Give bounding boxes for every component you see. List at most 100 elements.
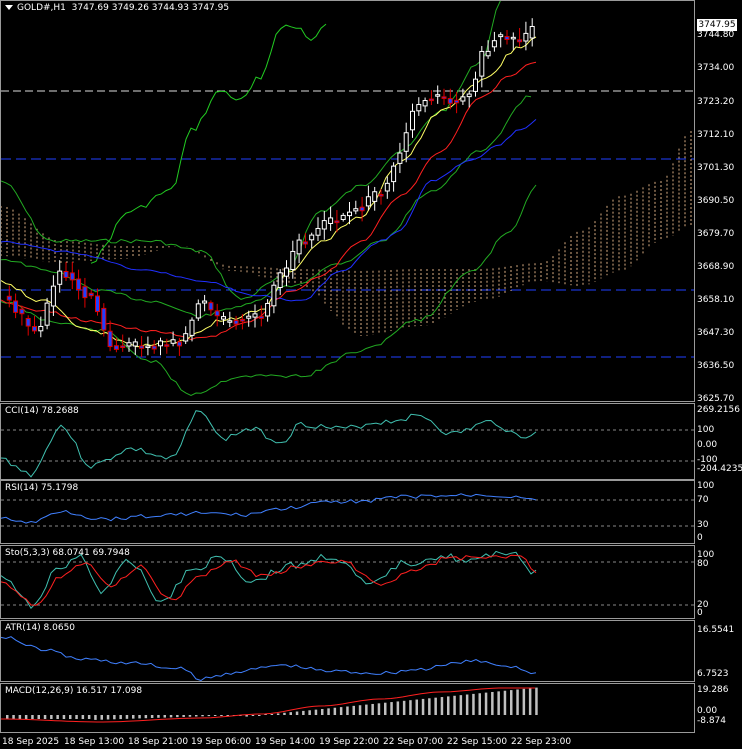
macd-histogram-bar xyxy=(201,715,204,717)
candle-body xyxy=(384,182,390,192)
candle-body xyxy=(447,98,453,104)
candle-body xyxy=(391,165,397,183)
candle-body xyxy=(416,104,422,112)
candle-body xyxy=(517,39,523,43)
candle-body xyxy=(120,345,126,348)
candle-body xyxy=(491,40,497,48)
macd-histogram-bar xyxy=(428,698,431,715)
candle-body xyxy=(239,318,245,322)
candle-body xyxy=(302,241,308,245)
macd-title: MACD(12,26,9) 16.517 17.098 xyxy=(5,686,143,696)
candle-body xyxy=(529,25,535,39)
price-label: 3701.30 xyxy=(697,163,735,173)
candle-body xyxy=(233,319,239,325)
candle-body xyxy=(107,330,113,348)
cci-pane[interactable]: CCI(14) 78.2688 xyxy=(0,403,695,480)
candle-body xyxy=(82,286,88,299)
candle-body xyxy=(328,217,334,225)
macd-histogram-bar xyxy=(245,715,248,717)
macd-histogram-bar xyxy=(94,715,97,720)
macd-histogram-bar xyxy=(283,712,286,715)
macd-histogram-bar xyxy=(220,715,223,716)
candle-body xyxy=(221,316,226,320)
time-label: 22 Sep 23:00 xyxy=(511,737,572,747)
candle-body xyxy=(57,270,63,285)
candle-body xyxy=(126,342,132,347)
macd-histogram-bar xyxy=(24,715,28,719)
macd-label: -8.874 xyxy=(697,716,727,726)
candle-body xyxy=(473,78,478,92)
macd-histogram-bar xyxy=(339,707,343,715)
rsi-pane[interactable]: RSI(14) 75.1798 xyxy=(0,480,695,544)
macd-axis: 19.286 0.00 -8.874 xyxy=(695,683,742,733)
candle-body xyxy=(479,50,485,77)
atr-pane[interactable]: ATR(14) 8.0650 xyxy=(0,620,695,682)
macd-histogram-bar xyxy=(472,693,475,715)
macd-pane[interactable]: MACD(12,26,9) 16.517 17.098 xyxy=(0,683,695,733)
candle-body xyxy=(403,132,409,152)
candle-body xyxy=(510,36,516,40)
macd-histogram-bar xyxy=(276,713,280,715)
macd-histogram-bar xyxy=(50,715,53,719)
candle-body xyxy=(183,333,189,342)
rsi-label: 0 xyxy=(697,533,703,543)
candle-body xyxy=(113,345,119,350)
candle-body xyxy=(164,344,170,347)
rsi-axis: 100 70 30 0 xyxy=(695,480,742,544)
macd-histogram-bar xyxy=(528,688,532,715)
candle-body xyxy=(290,250,296,270)
candle-body xyxy=(189,319,195,336)
macd-histogram-bar xyxy=(465,694,469,715)
macd-histogram-bar xyxy=(497,691,500,715)
macd-histogram-bar xyxy=(37,715,40,719)
candle-body xyxy=(132,341,138,347)
time-label: 22 Sep 07:00 xyxy=(383,737,444,747)
macd-histogram-bar xyxy=(18,715,22,719)
stochastic-pane[interactable]: Sto(5,3,3) 68.0741 69.7948 xyxy=(0,545,695,619)
candle-body xyxy=(158,340,163,347)
candle-body xyxy=(25,318,31,327)
price-label: 3647.30 xyxy=(697,328,735,338)
candle-body xyxy=(13,300,19,313)
macd-histogram-bar xyxy=(81,715,85,719)
rsi-label: 30 xyxy=(697,520,709,530)
time-label: 19 Sep 06:00 xyxy=(191,737,252,747)
macd-histogram-bar xyxy=(371,703,374,715)
candle-body xyxy=(460,96,466,102)
macd-histogram-bar xyxy=(56,715,59,719)
cci-chart xyxy=(1,410,694,478)
macd-histogram-bar xyxy=(333,707,337,715)
macd-histogram-bar xyxy=(125,715,129,719)
macd-histogram-bar xyxy=(163,715,166,718)
macd-histogram-bar xyxy=(157,715,160,718)
time-label: 18 Sep 13:00 xyxy=(64,737,125,747)
macd-histogram-bar xyxy=(358,705,362,715)
macd-histogram-bar xyxy=(31,715,34,719)
rsi-chart xyxy=(1,493,694,527)
macd-histogram-bar xyxy=(289,712,292,715)
macd-histogram-bar xyxy=(270,714,274,715)
candle-body xyxy=(246,315,252,319)
candle-body xyxy=(151,345,157,350)
macd-histogram-bar xyxy=(327,708,330,715)
macd-histogram-bar xyxy=(182,715,185,717)
macd-histogram-bar xyxy=(346,706,349,715)
candle-body xyxy=(95,295,100,313)
time-label: 18 Sep 21:00 xyxy=(128,737,189,747)
candle-body xyxy=(76,278,82,290)
price-axis[interactable]: 3744.80 3734.00 3723.20 3712.10 3701.30 … xyxy=(695,0,742,404)
price-chart-pane[interactable]: GOLD#,H1 3747.69 3749.26 3744.93 3747.95 xyxy=(0,0,695,402)
atr-chart xyxy=(1,636,537,681)
macd-histogram-bar xyxy=(75,715,78,719)
macd-histogram-bar xyxy=(522,688,526,715)
candle-body xyxy=(334,220,340,224)
rsi-line xyxy=(1,493,537,524)
collapse-triangle-icon[interactable] xyxy=(5,5,13,10)
symbol-label: GOLD#,H1 xyxy=(17,3,66,13)
candle-body xyxy=(44,302,50,326)
candle-body xyxy=(454,99,460,104)
price-chart xyxy=(1,1,694,396)
macd-histogram-bar xyxy=(87,715,91,719)
price-label: 3734.00 xyxy=(697,63,735,73)
macd-histogram-bar xyxy=(409,700,412,715)
